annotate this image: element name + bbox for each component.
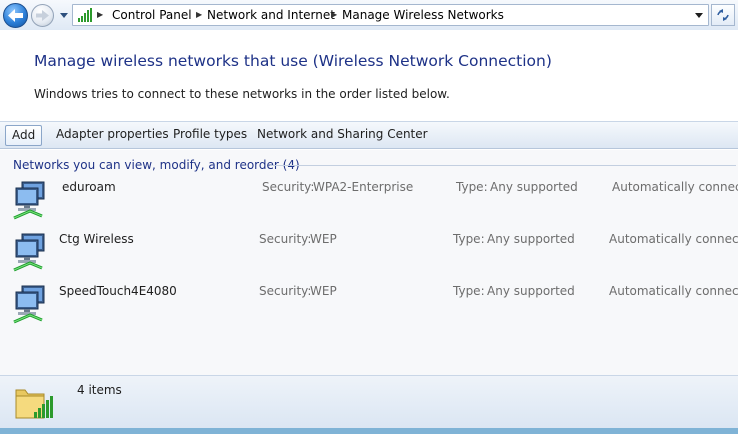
refresh-icon — [717, 9, 729, 21]
item-count: 4 items — [77, 383, 122, 397]
profile-types-button[interactable]: Profile types — [167, 125, 253, 146]
type-value: Any supported — [487, 284, 575, 298]
page-title: Manage wireless networks that use (Wirel… — [34, 52, 552, 70]
connect-mode: Automatically connect — [612, 180, 738, 194]
breadcrumb-separator-icon[interactable]: ▶ — [196, 10, 204, 20]
security-value: WEP — [310, 232, 337, 246]
network-sharing-center-button[interactable]: Network and Sharing Center — [251, 125, 434, 146]
network-name: SpeedTouch4E4080 — [59, 284, 177, 298]
type-value: Any supported — [487, 232, 575, 246]
security-value: WPA2-Enterprise — [313, 180, 414, 194]
network-name: eduroam — [62, 180, 116, 194]
bottom-border — [0, 428, 738, 434]
network-row-speedtouch[interactable]: SpeedTouch4E4080 Security: WEP Type: Any… — [0, 280, 738, 330]
command-bar: Add Adapter properties Profile types Net… — [0, 121, 738, 149]
address-bar: ▶ Control Panel ▶ Network and Internet ▶… — [0, 0, 738, 30]
type-label: Type: — [453, 284, 485, 298]
back-arrow-icon — [8, 9, 23, 22]
security-label: Security: — [262, 180, 315, 194]
type-value: Any supported — [490, 180, 578, 194]
wireless-network-icon — [13, 285, 45, 324]
security-value: WEP — [310, 284, 337, 298]
address-box[interactable]: ▶ Control Panel ▶ Network and Internet ▶… — [72, 4, 709, 26]
forward-arrow-icon — [36, 10, 49, 21]
breadcrumb-network-and-internet[interactable]: Network and Internet — [207, 7, 335, 23]
security-label: Security: — [259, 232, 312, 246]
refresh-button[interactable] — [711, 4, 735, 26]
back-button[interactable] — [3, 3, 28, 28]
network-folder-icon — [15, 389, 53, 419]
breadcrumb-manage-wireless-networks[interactable]: Manage Wireless Networks — [342, 7, 504, 23]
type-label: Type: — [456, 180, 488, 194]
connect-mode: Automatically connect — [609, 284, 738, 298]
network-name: Ctg Wireless — [59, 232, 134, 246]
address-dropdown-icon[interactable] — [694, 10, 704, 20]
network-row-eduroam[interactable]: eduroam Security: WPA2-Enterprise Type: … — [0, 176, 738, 226]
breadcrumb-control-panel[interactable]: Control Panel — [112, 7, 192, 23]
adapter-properties-button[interactable]: Adapter properties — [50, 125, 175, 146]
network-list: Networks you can view, modify, and reord… — [0, 150, 738, 375]
wireless-network-icon — [13, 233, 45, 272]
breadcrumb-separator-icon[interactable]: ▶ — [97, 10, 105, 20]
network-row-ctg-wireless[interactable]: Ctg Wireless Security: WEP Type: Any sup… — [0, 228, 738, 278]
group-header[interactable]: Networks you can view, modify, and reord… — [13, 158, 300, 172]
details-pane: 4 items — [0, 375, 738, 428]
group-divider — [270, 165, 736, 166]
wireless-network-icon — [13, 181, 45, 220]
security-label: Security: — [259, 284, 312, 298]
add-button[interactable]: Add — [5, 125, 43, 146]
breadcrumb-separator-icon[interactable]: ▶ — [331, 10, 339, 20]
page-subtitle: Windows tries to connect to these networ… — [34, 87, 450, 101]
connect-mode: Automatically connect — [609, 232, 738, 246]
network-signal-icon — [78, 8, 92, 22]
forward-button[interactable] — [31, 4, 54, 27]
type-label: Type: — [453, 232, 485, 246]
recent-pages-dropdown-icon[interactable] — [58, 9, 70, 21]
